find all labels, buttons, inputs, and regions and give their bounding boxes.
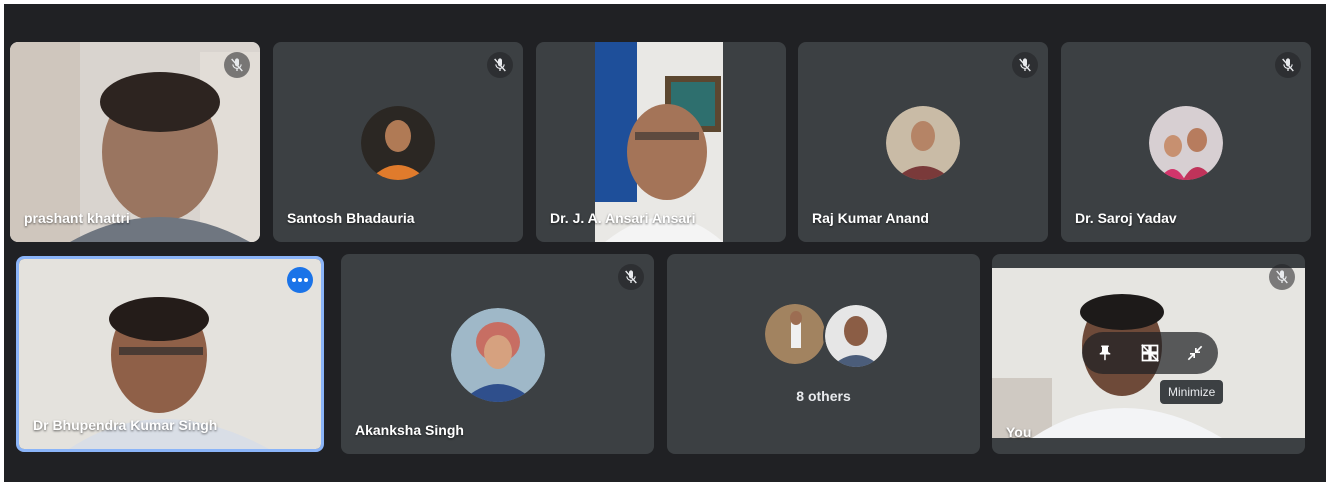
participant-name: Dr. J. A. Ansari Ansari (550, 210, 696, 226)
more-options-button[interactable] (287, 267, 313, 293)
participant-avatar (451, 308, 545, 402)
participant-name: Akanksha Singh (355, 422, 464, 438)
others-avatar (823, 303, 889, 369)
participant-name: Dr. Saroj Yadav (1075, 210, 1177, 226)
meeting-grid: prashant khattri Santosh Bhadauria Dr. J… (4, 4, 1326, 482)
participant-tile[interactable]: Raj Kumar Anand (798, 42, 1048, 242)
participant-name: prashant khattri (24, 210, 130, 226)
others-tile[interactable]: 8 others (667, 254, 980, 454)
participant-name: Dr Bhupendra Kumar Singh (33, 417, 218, 433)
participant-tile[interactable]: Akanksha Singh (341, 254, 654, 454)
mic-off-icon (1012, 52, 1038, 78)
others-count-label: 8 others (796, 388, 851, 404)
self-tile[interactable]: Minimize You (992, 254, 1305, 454)
participant-tile[interactable]: Santosh Bhadauria (273, 42, 523, 242)
participant-name: Santosh Bhadauria (287, 210, 415, 226)
self-view-controls (1082, 332, 1218, 374)
participant-avatar (361, 106, 435, 180)
others-avatar (765, 304, 825, 364)
participant-name: Raj Kumar Anand (812, 210, 929, 226)
mic-off-icon (618, 264, 644, 290)
participant-tile[interactable]: Dr. Saroj Yadav (1061, 42, 1311, 242)
hide-self-icon[interactable] (1135, 338, 1165, 368)
mic-off-icon (1275, 52, 1301, 78)
minimize-icon[interactable] (1180, 338, 1210, 368)
participant-avatar (1149, 106, 1223, 180)
participant-tile[interactable]: prashant khattri (10, 42, 260, 242)
participant-name: You (1006, 424, 1032, 440)
participant-tile[interactable]: Dr. J. A. Ansari Ansari (536, 42, 786, 242)
pin-icon[interactable] (1090, 338, 1120, 368)
mic-off-icon (487, 52, 513, 78)
mic-off-icon (224, 52, 250, 78)
participant-tile[interactable]: Dr Bhupendra Kumar Singh (16, 256, 324, 452)
minimize-tooltip: Minimize (1160, 380, 1224, 404)
mic-off-icon (1269, 264, 1295, 290)
participant-avatar (886, 106, 960, 180)
